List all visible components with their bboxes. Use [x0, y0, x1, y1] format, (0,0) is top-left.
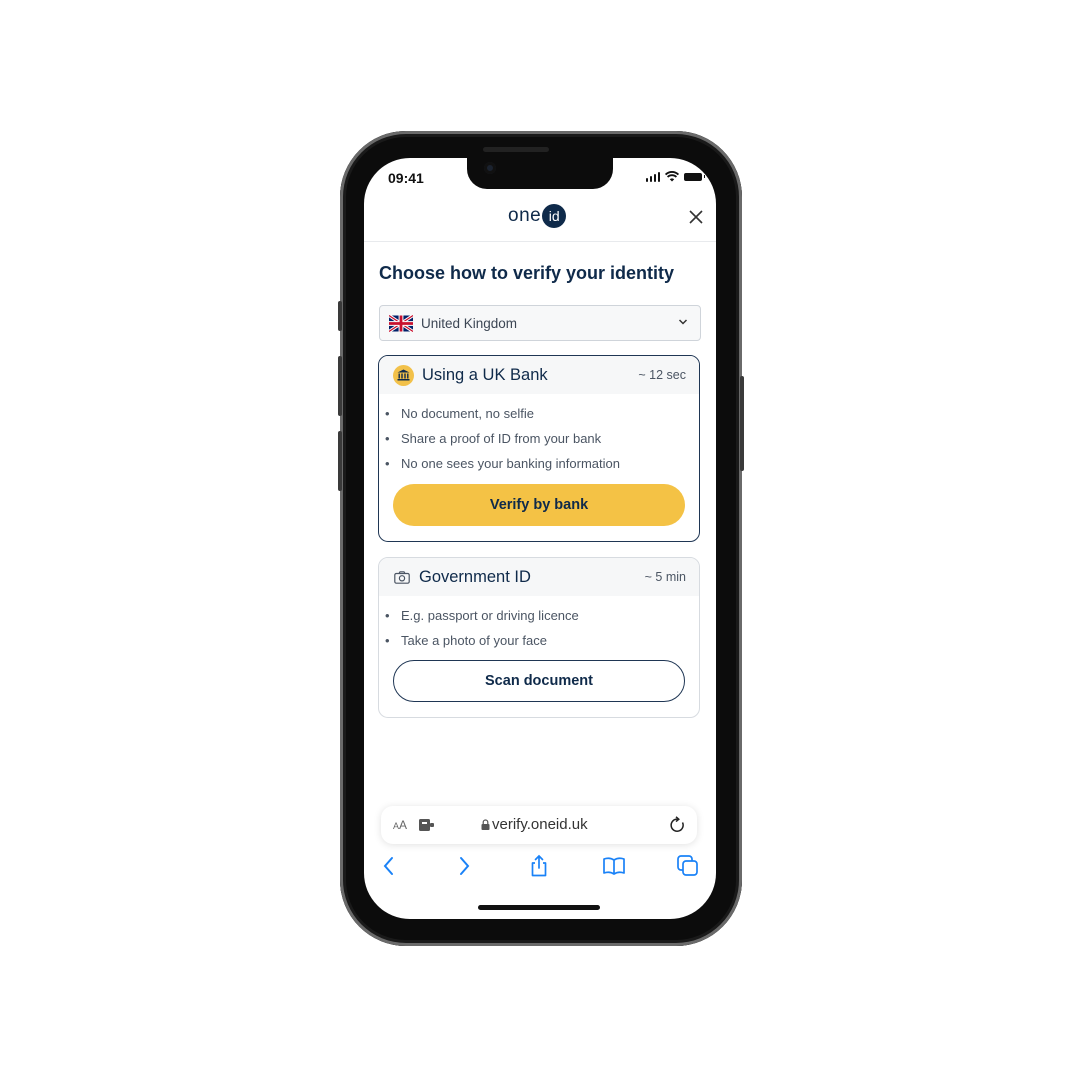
close-icon[interactable]: [686, 207, 706, 227]
option-card-bank: Using a UK Bank ~ 12 sec No document, no…: [378, 355, 700, 542]
feature-list: E.g. passport or driving licence Take a …: [379, 603, 699, 653]
country-value: United Kingdom: [421, 315, 518, 331]
chevron-down-icon: [678, 319, 688, 325]
status-icons: [645, 171, 705, 182]
url-display[interactable]: verify.oneid.uk: [481, 816, 588, 833]
phone-frame: 09:41 one id Choose how to verify your i…: [338, 131, 744, 946]
camera-icon: [394, 569, 411, 586]
app-header: one id: [364, 199, 716, 242]
earpiece-speaker: [483, 147, 549, 152]
cellular-signal-icon: [645, 171, 660, 182]
card-title: Government ID: [419, 567, 531, 586]
card-time-estimate: ~ 12 sec: [638, 368, 686, 382]
browser-toolbar: [364, 850, 716, 886]
status-time: 09:41: [388, 170, 424, 186]
mute-switch: [338, 301, 342, 331]
card-header: Government ID ~ 5 min: [379, 558, 699, 596]
list-item: Share a proof of ID from your bank: [379, 426, 699, 451]
volume-up-button: [338, 356, 342, 416]
tabs-icon[interactable]: [676, 854, 700, 878]
extension-icon[interactable]: [419, 819, 435, 831]
scan-document-button[interactable]: Scan document: [393, 660, 685, 702]
bank-icon: [393, 364, 414, 386]
lock-icon: [481, 819, 490, 830]
card-header: Using a UK Bank ~ 12 sec: [379, 356, 699, 394]
wifi-icon: [665, 171, 679, 182]
text-size-button[interactable]: AA: [393, 818, 407, 832]
url-text: verify.oneid.uk: [492, 816, 588, 833]
feature-list: No document, no selfie Share a proof of …: [379, 401, 699, 476]
forward-icon[interactable]: [452, 854, 476, 878]
power-button: [740, 376, 744, 471]
address-bar[interactable]: AA verify.oneid.uk: [381, 806, 697, 844]
card-title: Using a UK Bank: [422, 365, 548, 384]
country-select[interactable]: United Kingdom: [379, 305, 701, 341]
logo-badge: id: [542, 204, 567, 228]
bookmarks-icon[interactable]: [602, 854, 626, 878]
back-icon[interactable]: [377, 854, 401, 878]
share-icon[interactable]: [527, 854, 551, 878]
list-item: No one sees your banking information: [379, 451, 699, 476]
reload-icon[interactable]: [669, 816, 686, 834]
front-camera: [484, 162, 496, 174]
list-item: E.g. passport or driving licence: [379, 603, 699, 628]
list-item: No document, no selfie: [379, 401, 699, 426]
oneid-logo: one id: [508, 204, 567, 228]
logo-text: one: [508, 205, 542, 226]
list-item: Take a photo of your face: [379, 628, 699, 653]
volume-down-button: [338, 431, 342, 491]
option-card-government-id: Government ID ~ 5 min E.g. passport or d…: [378, 557, 700, 718]
card-time-estimate: ~ 5 min: [644, 570, 686, 584]
home-indicator[interactable]: [478, 905, 600, 910]
uk-flag-icon: [389, 314, 413, 332]
notch: [467, 158, 613, 189]
phone-screen: 09:41 one id Choose how to verify your i…: [364, 158, 716, 919]
verify-by-bank-button[interactable]: Verify by bank: [393, 484, 685, 526]
page-title: Choose how to verify your identity: [379, 263, 675, 283]
battery-icon: [684, 172, 705, 181]
